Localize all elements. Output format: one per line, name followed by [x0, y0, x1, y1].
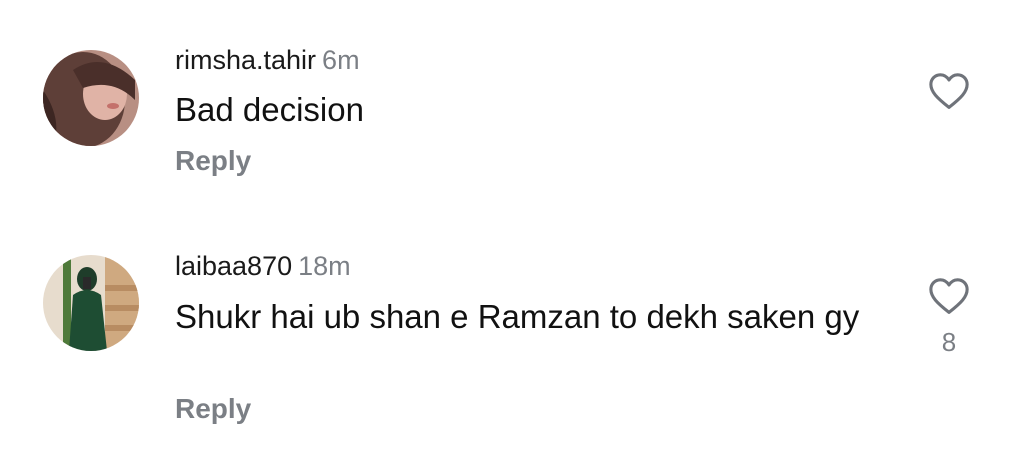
comment-item: laibaa870 18m Shukr hai ub shan e Ramzan …	[0, 215, 1024, 458]
comment-meta: laibaa870 18m	[175, 250, 351, 282]
like-button[interactable]	[926, 72, 972, 110]
avatar-image	[43, 255, 139, 351]
comment-meta: rimsha.tahir 6m	[175, 44, 360, 76]
timestamp: 6m	[322, 45, 360, 75]
timestamp: 18m	[298, 251, 351, 281]
username[interactable]: rimsha.tahir	[175, 45, 316, 75]
username[interactable]: laibaa870	[175, 251, 292, 281]
heart-outline-icon	[929, 278, 969, 314]
reply-button[interactable]: Reply	[175, 145, 251, 177]
avatar-image	[43, 50, 139, 146]
avatar[interactable]	[43, 50, 139, 146]
avatar[interactable]	[43, 255, 139, 351]
comment-text: Shukr hai ub shan e Ramzan to dekh saken…	[175, 298, 860, 335]
like-count: 8	[941, 327, 957, 357]
heart-outline-icon	[929, 73, 969, 109]
comment-text: Bad decision	[175, 91, 364, 128]
like-button[interactable]: 8	[926, 277, 972, 358]
reply-button[interactable]: Reply	[175, 393, 251, 425]
comment-item: rimsha.tahir 6m Bad decision Reply	[0, 0, 1024, 215]
